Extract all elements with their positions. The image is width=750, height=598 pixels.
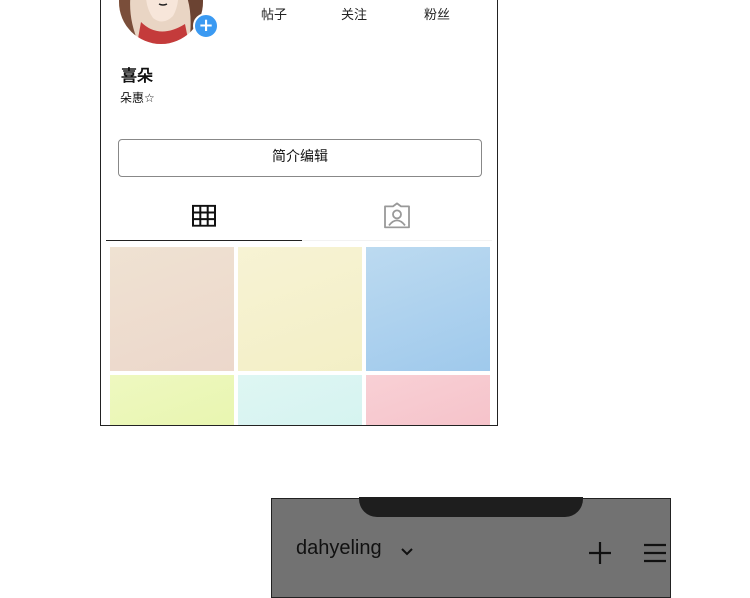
stat-posts-label: 帖子 — [261, 8, 288, 23]
grid-post-thumbnail[interactable] — [238, 247, 362, 371]
tab-posts-grid[interactable] — [106, 196, 302, 241]
grid-post-thumbnail[interactable] — [110, 247, 234, 371]
profile-name: 喜朵 — [121, 66, 154, 85]
profile-header-screen: dahyeling — [271, 497, 671, 598]
device-notch — [359, 497, 583, 517]
avatar-illustration — [119, 0, 203, 44]
grid-post-thumbnail[interactable] — [110, 375, 234, 425]
profile-bio: 朵惠☆ — [120, 91, 155, 105]
grid-post-thumbnail[interactable] — [238, 375, 362, 425]
grid-icon — [192, 204, 216, 227]
profile-screen: + 帖子 关注 粉丝 喜朵 朵惠☆ 简介编辑 — [100, 0, 498, 426]
tagged-person-icon — [384, 202, 410, 229]
grid-post-thumbnail[interactable] — [366, 375, 490, 425]
avatar[interactable] — [119, 0, 203, 44]
edit-profile-button[interactable]: 简介编辑 — [118, 139, 482, 177]
account-switcher[interactable]: dahyeling — [296, 537, 382, 560]
grid-post-thumbnail[interactable] — [366, 247, 490, 371]
add-story-button[interactable]: + — [193, 13, 219, 39]
stat-following-label: 关注 — [341, 8, 368, 23]
stat-followers-label: 粉丝 — [424, 8, 451, 23]
plus-icon[interactable] — [588, 541, 612, 565]
tab-tagged[interactable] — [302, 196, 492, 241]
chevron-down-icon[interactable] — [400, 547, 414, 557]
menu-icon[interactable] — [643, 543, 667, 563]
